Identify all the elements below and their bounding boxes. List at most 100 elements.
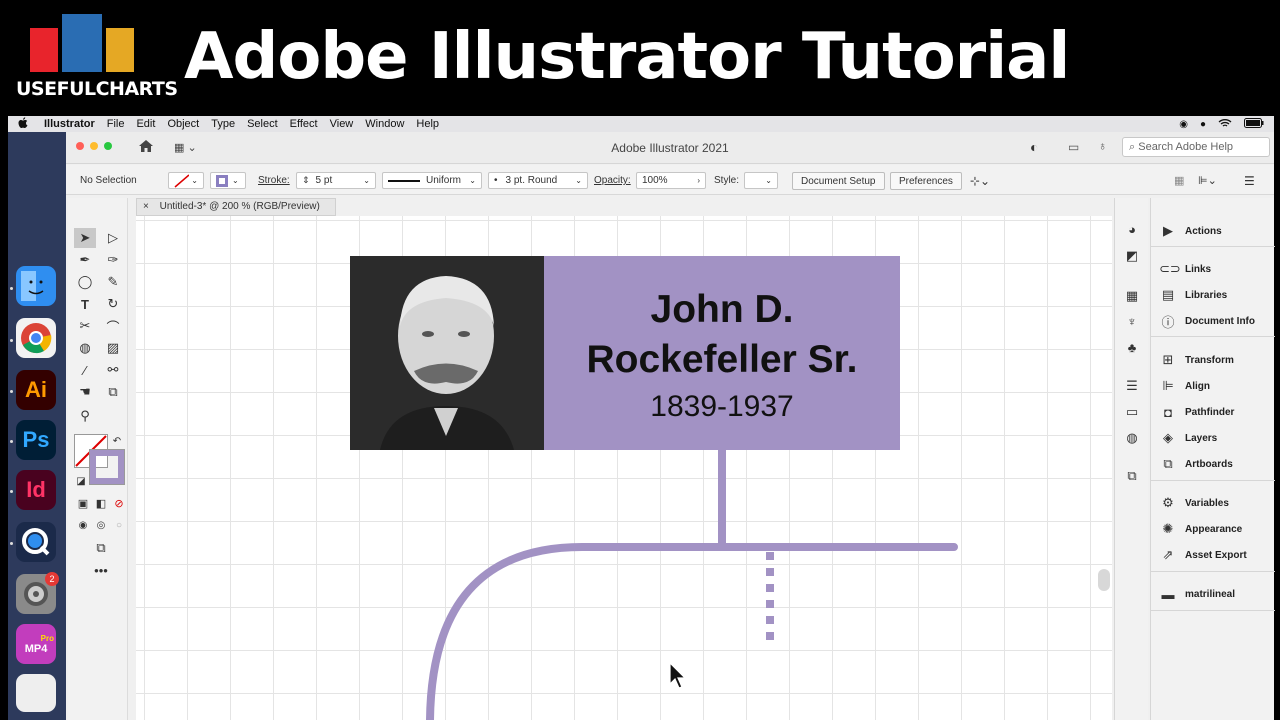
eyedropper-tool-icon[interactable]: ⁄: [74, 360, 96, 380]
direct-selection-tool-icon[interactable]: ▷: [102, 228, 124, 248]
brush-dropdown[interactable]: • 3 pt. Round ⌄: [488, 172, 588, 189]
panel-variables[interactable]: ⚙ Variables: [1159, 495, 1229, 511]
panel-matrilineal[interactable]: ▬ matrilineal: [1159, 586, 1236, 602]
menu-icon[interactable]: ☰: [1244, 172, 1255, 189]
align-options-icon[interactable]: ⊫⌄: [1198, 172, 1217, 189]
fill-color-picker[interactable]: ⌄: [168, 172, 204, 189]
opacity-label[interactable]: Opacity:: [594, 172, 631, 189]
record-icon[interactable]: ◉: [1179, 119, 1188, 130]
document-tabs: × Untitled-3* @ 200 % (RGB/Preview): [136, 198, 1112, 216]
hand-tool-icon[interactable]: ☚: [74, 382, 96, 402]
stroke-panel-icon[interactable]: ☰: [1124, 378, 1140, 394]
battery-icon[interactable]: [1244, 117, 1264, 131]
artboard-canvas[interactable]: John D. Rockefeller Sr. 1839-1937: [136, 216, 1112, 720]
ellipse-tool-icon[interactable]: ◯: [74, 272, 96, 292]
curvature-tool-icon[interactable]: ✑: [102, 250, 124, 270]
indesign-icon[interactable]: Id: [16, 470, 56, 510]
panel-toggle-icon[interactable]: ▭: [1068, 140, 1079, 154]
wifi-icon[interactable]: [1218, 118, 1232, 131]
draw-behind-icon[interactable]: ◎: [92, 516, 110, 534]
draw-normal-icon[interactable]: ◉: [74, 516, 92, 534]
graphic-styles-icon[interactable]: ⧉: [1124, 468, 1140, 484]
swatches-icon[interactable]: ▦: [1124, 288, 1140, 304]
illustrator-icon[interactable]: Ai: [16, 370, 56, 410]
panel-asset-export[interactable]: ⇗ Asset Export: [1159, 547, 1247, 563]
document-icon[interactable]: [16, 674, 56, 712]
panel-libraries[interactable]: ▤ Libraries: [1159, 287, 1227, 303]
more-tools-icon[interactable]: •••: [90, 560, 112, 580]
stroke-weight-field[interactable]: ⇕ 5 pt ⌄: [296, 172, 376, 189]
scissors-tool-icon[interactable]: ✂: [74, 316, 96, 336]
panel-transform[interactable]: ⊞ Transform: [1159, 352, 1234, 368]
stroke-label[interactable]: Stroke:: [258, 172, 290, 189]
brushes-icon[interactable]: ♆: [1124, 314, 1140, 330]
gradient-panel-icon[interactable]: ▭: [1124, 404, 1140, 420]
rotate-tool-icon[interactable]: ↻: [102, 294, 124, 314]
arc-tool-icon[interactable]: ⌒: [102, 316, 124, 336]
search-icon: ⌕: [1129, 141, 1136, 153]
close-tab-icon[interactable]: ×: [143, 201, 149, 212]
menu-illustrator[interactable]: Illustrator: [38, 118, 101, 130]
window-title: Adobe Illustrator 2021: [611, 141, 729, 155]
transparency-icon[interactable]: ◍: [1124, 430, 1140, 446]
tab-untitled-3[interactable]: × Untitled-3* @ 200 % (RGB/Preview): [136, 198, 336, 216]
type-tool-icon[interactable]: T: [74, 294, 96, 314]
mp4-icon[interactable]: Pro MP4: [16, 624, 56, 664]
panel-appearance[interactable]: ✺ Appearance: [1159, 521, 1243, 537]
color-mode-icon[interactable]: ▣: [74, 494, 92, 512]
none-mode-icon[interactable]: ⊘: [110, 494, 128, 512]
menu-select[interactable]: Select: [241, 118, 284, 130]
chrome-icon[interactable]: [16, 318, 56, 358]
vertical-scrollbar[interactable]: [1098, 569, 1110, 591]
arrange-icon[interactable]: ⊹⌄: [970, 172, 990, 189]
menu-view[interactable]: View: [324, 118, 360, 130]
panel-links[interactable]: ⊂⊃ Links: [1159, 261, 1211, 277]
zoom-tool-icon[interactable]: ⚲: [74, 406, 96, 426]
artboard-tool-icon[interactable]: ⧉: [102, 382, 124, 402]
style-dropdown[interactable]: ⌄: [744, 172, 778, 189]
photoshop-icon[interactable]: Ps: [16, 420, 56, 460]
lightbulb-icon[interactable]: ♁: [1098, 139, 1107, 153]
notification-badge: 2: [45, 572, 59, 586]
blend-tool-icon[interactable]: ⚯: [102, 360, 124, 380]
menu-edit[interactable]: Edit: [130, 118, 161, 130]
swap-colors-icon[interactable]: ↶: [110, 434, 124, 448]
user-icon[interactable]: ●: [1200, 119, 1206, 130]
color-panel-icon[interactable]: ◕: [1124, 222, 1140, 238]
menu-help[interactable]: Help: [410, 118, 445, 130]
lasso-tool-icon[interactable]: ◍: [74, 338, 96, 358]
panel-actions[interactable]: ▶ Actions: [1159, 223, 1222, 239]
quicktime-icon[interactable]: [16, 522, 56, 562]
opacity-field[interactable]: 100% ›: [636, 172, 706, 189]
finder-icon[interactable]: [16, 266, 56, 306]
gradient-mode-icon[interactable]: ◧: [92, 494, 110, 512]
panel-pathfinder[interactable]: ◘ Pathfinder: [1159, 404, 1234, 420]
panel-document-info[interactable]: ⓘ Document Info: [1159, 313, 1255, 330]
menu-file[interactable]: File: [101, 118, 131, 130]
menu-type[interactable]: Type: [205, 118, 241, 130]
selection-tool-icon[interactable]: ➤: [74, 228, 96, 248]
default-colors-icon[interactable]: ◪: [74, 474, 88, 488]
pen-tool-icon[interactable]: ✒: [74, 250, 96, 270]
symbols-icon[interactable]: ♣: [1124, 340, 1140, 356]
screen-mode-icon[interactable]: ⧉: [90, 538, 112, 558]
grid-options-icon[interactable]: ▦: [1174, 172, 1184, 189]
draw-inside-icon[interactable]: ○: [110, 516, 128, 534]
preferences-button[interactable]: Preferences: [890, 172, 962, 190]
stroke-color-picker[interactable]: ⌄: [210, 172, 246, 189]
apple-icon[interactable]: [8, 116, 38, 132]
menu-window[interactable]: Window: [359, 118, 410, 130]
panel-align[interactable]: ⊫ Align: [1159, 378, 1210, 394]
account-icon[interactable]: ◐: [1030, 139, 1038, 155]
paintbrush-tool-icon[interactable]: ✎: [102, 272, 124, 292]
menu-object[interactable]: Object: [161, 118, 205, 130]
panel-layers[interactable]: ◈ Layers: [1159, 430, 1217, 446]
stroke-profile-dropdown[interactable]: Uniform ⌄: [382, 172, 482, 189]
panel-artboards[interactable]: ⧉ Artboards: [1159, 456, 1232, 472]
menu-effect[interactable]: Effect: [284, 118, 324, 130]
document-setup-button[interactable]: Document Setup: [792, 172, 885, 190]
gradient-tool-icon[interactable]: ▨: [102, 338, 124, 358]
stroke-swatch[interactable]: [89, 449, 125, 485]
color-guide-icon[interactable]: ◩: [1124, 248, 1140, 264]
search-input[interactable]: ⌕ Search Adobe Help: [1122, 137, 1270, 157]
